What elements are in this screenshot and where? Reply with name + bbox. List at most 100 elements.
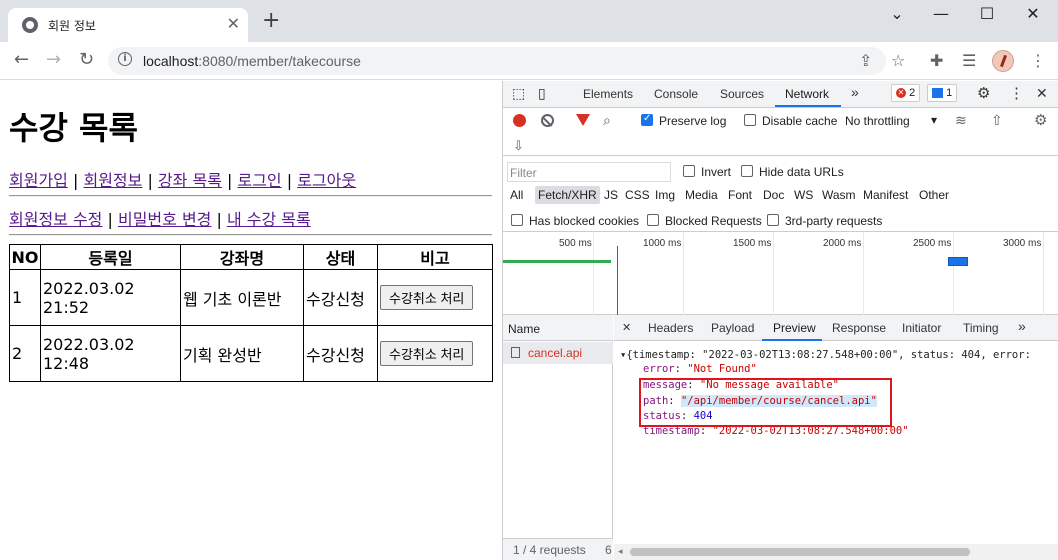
- nav-link-edit-member[interactable]: 회원정보 수정: [9, 210, 102, 229]
- network-settings-icon[interactable]: ⚙: [1034, 111, 1047, 129]
- bookmark-star-icon[interactable]: ☆: [891, 52, 905, 70]
- filter-wasm[interactable]: Wasm: [819, 186, 859, 204]
- json-entry-error: error: "Not Found": [643, 363, 757, 375]
- new-tab-button[interactable]: +: [262, 10, 280, 32]
- timeline-gridline: [953, 232, 954, 315]
- tab-headers[interactable]: Headers: [648, 321, 693, 335]
- clear-icon[interactable]: [541, 114, 554, 127]
- tab-preview[interactable]: Preview: [773, 321, 816, 335]
- cancel-course-button[interactable]: 수강취소 처리: [380, 285, 474, 310]
- request-status-bar: 1 / 4 requests 6: [503, 538, 613, 560]
- filter-img[interactable]: Img: [652, 186, 678, 204]
- filter-js[interactable]: JS: [601, 186, 621, 204]
- main-nav: 회원가입 | 회원정보 | 강좌 목록 | 로그인 | 로그아웃: [9, 167, 356, 191]
- scrollbar-thumb[interactable]: [630, 548, 970, 556]
- preserve-log-checkbox[interactable]: [641, 113, 653, 126]
- more-tabs-icon[interactable]: »: [851, 84, 859, 100]
- import-har-icon[interactable]: ⇧: [991, 112, 1003, 129]
- inspect-element-icon[interactable]: ⬚: [512, 85, 525, 102]
- close-details-icon[interactable]: ✕: [622, 321, 631, 334]
- request-count: 1 / 4 requests: [513, 543, 586, 557]
- cell-status: 수강신청: [303, 325, 378, 382]
- third-party-label: 3rd-party requests: [785, 214, 883, 228]
- url-text: localhost:8080/member/takecourse: [143, 53, 361, 69]
- filter-other[interactable]: Other: [916, 186, 952, 204]
- tab-elements[interactable]: Elements: [583, 87, 633, 101]
- forward-arrow-icon[interactable]: →: [46, 50, 61, 70]
- nav-link-course-list[interactable]: 강좌 목록: [158, 171, 222, 190]
- scroll-left-icon[interactable]: ◂: [618, 546, 623, 557]
- record-icon[interactable]: [513, 114, 526, 127]
- error-count-badge[interactable]: ✕ 2: [891, 84, 921, 102]
- invert-checkbox[interactable]: [683, 165, 695, 177]
- browser-tab[interactable]: 회원 정보 ✕: [8, 8, 248, 42]
- filter-fetch-xhr[interactable]: Fetch/XHR: [535, 186, 600, 204]
- nav-link-login[interactable]: 로그인: [237, 171, 281, 190]
- nav-link-my-courses[interactable]: 내 수강 목록: [227, 210, 311, 229]
- filter-font[interactable]: Font: [725, 186, 755, 204]
- site-info-icon[interactable]: i: [118, 52, 132, 66]
- tab-response[interactable]: Response: [832, 321, 886, 335]
- network-conditions-icon[interactable]: ≋: [955, 112, 967, 129]
- close-devtools-icon[interactable]: ✕: [1036, 85, 1048, 102]
- tab-search-icon[interactable]: ⌄: [874, 4, 920, 23]
- nav-link-member-info[interactable]: 회원정보: [83, 171, 142, 190]
- globe-icon: [22, 17, 38, 33]
- filter-funnel-icon[interactable]: [576, 114, 590, 126]
- tab-network[interactable]: Network: [785, 87, 829, 101]
- maximize-button[interactable]: ☐: [964, 4, 1010, 23]
- cancel-course-button[interactable]: 수강취소 처리: [380, 341, 474, 366]
- tab-sources[interactable]: Sources: [720, 87, 764, 101]
- message-count-badge[interactable]: 1: [927, 84, 958, 102]
- filter-media[interactable]: Media: [682, 186, 721, 204]
- search-icon[interactable]: ⌕: [603, 112, 611, 129]
- filter-input[interactable]: Filter: [507, 162, 671, 182]
- tab-timing[interactable]: Timing: [963, 321, 999, 335]
- horizontal-scrollbar[interactable]: ◂: [614, 544, 1058, 560]
- member-nav: 회원정보 수정 | 비밀번호 변경 | 내 수강 목록: [9, 206, 311, 230]
- blocked-cookies-checkbox[interactable]: [511, 214, 523, 226]
- blocked-requests-checkbox[interactable]: [647, 214, 659, 226]
- filter-css[interactable]: CSS: [622, 186, 653, 204]
- address-bar[interactable]: i localhost:8080/member/takecourse: [108, 47, 886, 75]
- request-row[interactable]: cancel.api: [503, 342, 613, 364]
- throttling-select[interactable]: No throttling: [845, 114, 910, 128]
- nav-link-change-password[interactable]: 비밀번호 변경: [118, 210, 211, 229]
- back-arrow-icon[interactable]: ←: [14, 50, 29, 70]
- close-window-button[interactable]: ✕: [1010, 4, 1056, 23]
- filter-all[interactable]: All: [507, 186, 526, 204]
- tab-payload[interactable]: Payload: [711, 321, 754, 335]
- devtools-menu-icon[interactable]: ⋮: [1009, 84, 1024, 102]
- disable-cache-checkbox[interactable]: [744, 114, 756, 126]
- json-summary[interactable]: ▾{timestamp: "2022-03-02T13:08:27.548+00…: [620, 348, 1031, 362]
- export-har-icon[interactable]: ⇩: [513, 138, 524, 154]
- hide-data-urls-checkbox[interactable]: [741, 165, 753, 177]
- name-column-header[interactable]: Name: [503, 315, 613, 341]
- device-toolbar-icon[interactable]: ▯: [538, 85, 546, 102]
- more-subtabs-icon[interactable]: »: [1018, 318, 1026, 334]
- timeline-gridline: [773, 232, 774, 315]
- tab-strip: 회원 정보 ✕ + ⌄ — ☐ ✕: [0, 0, 1058, 42]
- json-preview[interactable]: ▾{timestamp: "2022-03-02T13:08:27.548+00…: [614, 342, 1058, 542]
- minimize-button[interactable]: —: [918, 4, 964, 23]
- nav-link-logout[interactable]: 로그아웃: [297, 171, 356, 190]
- chevron-down-icon[interactable]: ▾: [931, 113, 937, 127]
- third-party-checkbox[interactable]: [767, 214, 779, 226]
- extensions-icon[interactable]: ✚: [930, 52, 943, 70]
- timeline-tick: 2000 ms: [823, 238, 862, 249]
- nav-link-signup[interactable]: 회원가입: [9, 171, 68, 190]
- filter-doc[interactable]: Doc: [760, 186, 787, 204]
- profile-avatar-icon[interactable]: [992, 50, 1014, 72]
- tab-console[interactable]: Console: [654, 87, 698, 101]
- reading-list-icon[interactable]: ☰: [962, 52, 976, 70]
- tab-initiator[interactable]: Initiator: [902, 321, 941, 335]
- filter-ws[interactable]: WS: [791, 186, 816, 204]
- network-overview-timeline[interactable]: 500 ms 1000 ms 1500 ms 2000 ms 2500 ms 3…: [503, 232, 1058, 315]
- share-icon[interactable]: ⇪: [859, 52, 872, 70]
- settings-gear-icon[interactable]: ⚙: [977, 84, 990, 102]
- filter-manifest[interactable]: Manifest: [860, 186, 911, 204]
- tab-close-icon[interactable]: ✕: [227, 14, 240, 33]
- nav-separator: |: [286, 171, 293, 190]
- browser-menu-icon[interactable]: ⋮: [1030, 52, 1046, 70]
- reload-icon[interactable]: ↻: [79, 50, 94, 70]
